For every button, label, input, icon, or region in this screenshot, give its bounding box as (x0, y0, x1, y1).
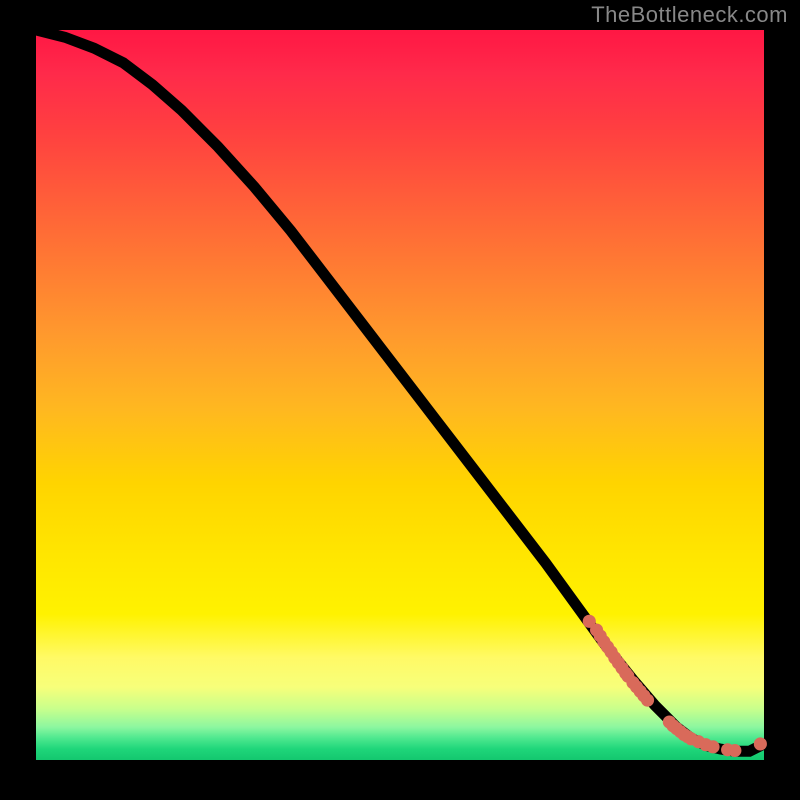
watermark-text: TheBottleneck.com (591, 2, 788, 28)
data-point (641, 694, 654, 707)
data-point (728, 744, 741, 757)
curve-svg (36, 30, 764, 760)
data-point (754, 737, 767, 750)
plot-area (36, 30, 764, 760)
chart-frame: TheBottleneck.com (0, 0, 800, 800)
bottleneck-curve (36, 30, 764, 751)
scatter-points (583, 615, 767, 757)
data-point (706, 740, 719, 753)
